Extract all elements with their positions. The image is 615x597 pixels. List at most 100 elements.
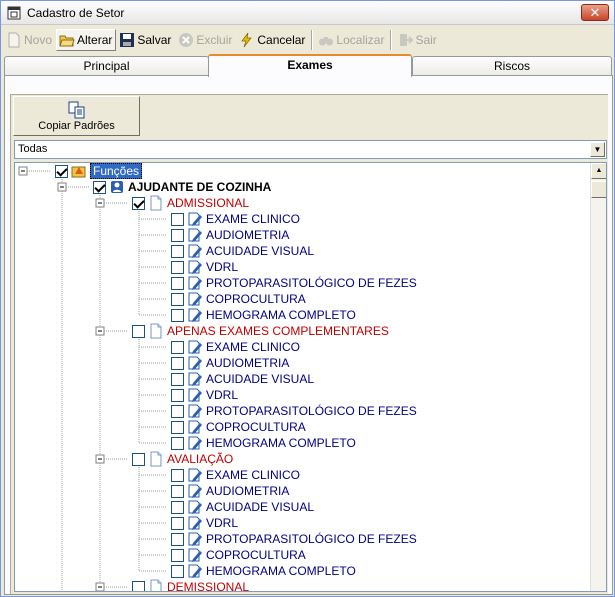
tree-exam-item-label: PROTOPARASITOLÓGICO DE FEZES	[206, 404, 417, 418]
excluir-button[interactable]: Excluir	[175, 29, 236, 51]
tree-checkbox[interactable]	[171, 228, 184, 242]
tree-group-2[interactable]: AVALIAÇÃO	[132, 451, 233, 467]
exames-inner-frame: Copiar Padrões Todas ▼ ▲ Funções AJUDANTE…	[10, 94, 608, 594]
sair-button[interactable]: Sair	[394, 29, 440, 51]
tree-checkbox[interactable]	[171, 532, 184, 546]
tree-exam-item[interactable]: ACUIDADE VISUAL	[171, 243, 314, 259]
window-title: Cadastro de Setor	[27, 6, 125, 20]
tree-group-1[interactable]: APENAS EXAMES COMPLEMENTARES	[132, 323, 389, 339]
tree-checkbox[interactable]	[171, 372, 184, 386]
exam-edit-icon	[188, 356, 202, 370]
exam-edit-icon	[188, 260, 202, 274]
exam-edit-icon	[188, 468, 202, 482]
tree-checkbox[interactable]	[171, 388, 184, 402]
collapse-toggle-icon[interactable]	[57, 182, 67, 192]
tree-exam-item[interactable]: COPROCULTURA	[171, 291, 306, 307]
tree-exam-item[interactable]: PROTOPARASITOLÓGICO DE FEZES	[171, 275, 417, 291]
exam-edit-icon	[188, 404, 202, 418]
excluir-label: Excluir	[196, 33, 233, 47]
tree-exam-item[interactable]: ACUIDADE VISUAL	[171, 371, 314, 387]
tree-exam-item[interactable]: VDRL	[171, 387, 238, 403]
tab-exames[interactable]: Exames	[208, 54, 412, 77]
tree-checkbox[interactable]	[171, 244, 184, 258]
collapse-toggle-icon[interactable]	[95, 326, 105, 336]
tree-exam-item[interactable]: PROTOPARASITOLÓGICO DE FEZES	[171, 403, 417, 419]
tree-checkbox[interactable]	[171, 500, 184, 514]
tree-exam-item[interactable]: ACUIDADE VISUAL	[171, 499, 314, 515]
collapse-toggle-icon[interactable]	[95, 198, 105, 208]
tree-exam-item-label: COPROCULTURA	[206, 420, 306, 434]
tree-root-funcoes[interactable]: Funções	[55, 163, 143, 179]
tree-checkbox[interactable]	[171, 484, 184, 498]
exam-edit-icon	[188, 228, 202, 242]
tree-exam-item[interactable]: EXAME CLINICO	[171, 339, 300, 355]
dropdown-arrow-icon[interactable]: ▼	[590, 142, 605, 157]
tree-exam-item-label: ACUIDADE VISUAL	[206, 500, 315, 514]
tree-group-1-label: APENAS EXAMES COMPLEMENTARES	[167, 324, 389, 338]
tab-principal[interactable]: Principal	[4, 56, 209, 76]
collapse-toggle-icon[interactable]	[95, 454, 105, 464]
cancelar-button[interactable]: Cancelar	[236, 29, 309, 51]
document-page-icon	[150, 323, 162, 339]
salvar-label: Salvar	[137, 33, 172, 47]
filter-select[interactable]: Todas ▼	[14, 140, 607, 159]
tree-checkbox[interactable]	[171, 260, 184, 274]
exam-edit-icon	[188, 276, 202, 290]
tree-exam-item[interactable]: HEMOGRAMA COMPLETO	[171, 435, 356, 451]
tree-job-ajudante[interactable]: AJUDANTE DE COZINHA	[93, 179, 271, 195]
exam-edit-icon	[188, 564, 202, 578]
tree-exam-item[interactable]: COPROCULTURA	[171, 419, 306, 435]
tab-riscos[interactable]: Riscos	[412, 56, 612, 76]
tree-exam-item[interactable]: EXAME CLINICO	[171, 467, 300, 483]
tree-exam-item[interactable]: COPROCULTURA	[171, 547, 306, 563]
exam-edit-icon	[188, 388, 202, 402]
localizar-button[interactable]: Localizar	[315, 29, 388, 51]
tree-group-0[interactable]: ADMISSIONAL	[132, 195, 249, 211]
tree-checkbox[interactable]	[132, 196, 145, 210]
tree-checkbox[interactable]	[171, 548, 184, 562]
tree-checkbox[interactable]	[171, 308, 184, 322]
salvar-button[interactable]: Salvar	[116, 29, 175, 51]
novo-button[interactable]: Novo	[3, 29, 56, 51]
tree-job-ajudante-label: AJUDANTE DE COZINHA	[128, 180, 272, 194]
tree-exam-item[interactable]: HEMOGRAMA COMPLETO	[171, 307, 356, 323]
tree-exam-item[interactable]: AUDIOMETRIA	[171, 483, 289, 499]
exam-tree[interactable]: ▲ Funções AJUDANTE DE COZINHA ADMISSIONAL E…	[14, 162, 607, 592]
delete-icon	[179, 33, 194, 47]
tree-checkbox[interactable]	[55, 164, 68, 178]
tree-checkbox[interactable]	[171, 564, 184, 578]
tree-exam-item[interactable]: VDRL	[171, 259, 238, 275]
tree-checkbox[interactable]	[171, 340, 184, 354]
title-bar[interactable]: Cadastro de Setor ✕	[1, 1, 614, 25]
tree-exam-item[interactable]: PROTOPARASITOLÓGICO DE FEZES	[171, 531, 417, 547]
vertical-scrollbar[interactable]: ▲	[590, 163, 606, 591]
close-button[interactable]: ✕	[581, 4, 609, 21]
tree-checkbox[interactable]	[132, 580, 145, 591]
tree-checkbox[interactable]	[171, 356, 184, 370]
alterar-button[interactable]: Alterar	[56, 29, 117, 51]
copiar-padroes-button[interactable]: Copiar Padrões	[13, 96, 140, 136]
scroll-up-arrow-icon[interactable]: ▲	[591, 163, 606, 179]
tree-group-3[interactable]: DEMISSIONAL	[132, 579, 249, 591]
tree-checkbox[interactable]	[171, 404, 184, 418]
tree-checkbox[interactable]	[171, 436, 184, 450]
tree-exam-item[interactable]: AUDIOMETRIA	[171, 227, 289, 243]
tree-checkbox[interactable]	[93, 180, 106, 194]
toolbar-separator	[390, 30, 393, 50]
tree-exam-item[interactable]: VDRL	[171, 515, 238, 531]
tree-checkbox[interactable]	[171, 212, 184, 226]
tree-checkbox[interactable]	[171, 516, 184, 530]
collapse-toggle-icon[interactable]	[18, 166, 28, 176]
tree-checkbox[interactable]	[171, 292, 184, 306]
tree-checkbox[interactable]	[171, 468, 184, 482]
tree-exam-item[interactable]: EXAME CLINICO	[171, 211, 300, 227]
scroll-thumb[interactable]	[591, 181, 606, 198]
tree-checkbox[interactable]	[132, 324, 145, 338]
tree-checkbox[interactable]	[171, 420, 184, 434]
tree-exam-item[interactable]: HEMOGRAMA COMPLETO	[171, 563, 356, 579]
tree-checkbox[interactable]	[171, 276, 184, 290]
exam-edit-icon	[188, 372, 202, 386]
tree-checkbox[interactable]	[132, 452, 145, 466]
tree-exam-item[interactable]: AUDIOMETRIA	[171, 355, 289, 371]
collapse-toggle-icon[interactable]	[95, 582, 105, 591]
